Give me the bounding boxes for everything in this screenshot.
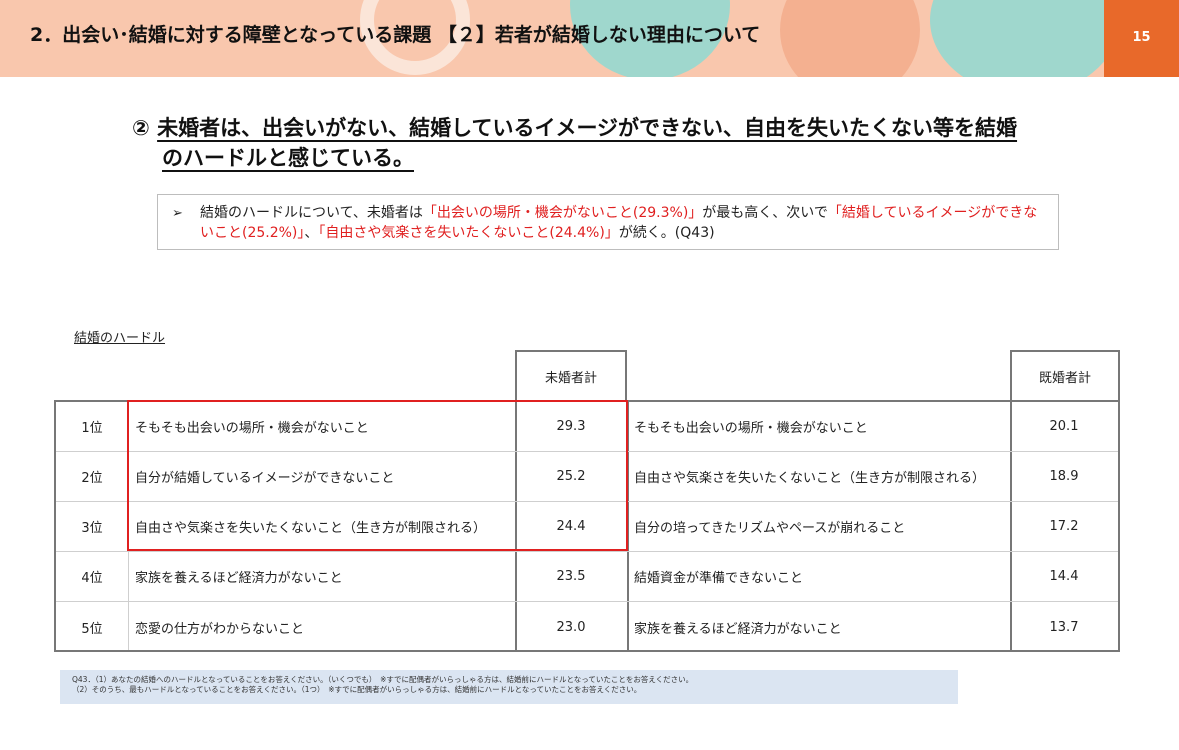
headline-line-2: のハードルと感じている。 bbox=[132, 143, 1052, 173]
value-unmarried-cell: 23.5 bbox=[556, 569, 586, 584]
reason-unmarried-cell: 自由さや気楽さを失いたくないこと（生き方が制限される） bbox=[135, 521, 487, 536]
headline-text-2: のハードルと感じている。 bbox=[162, 146, 414, 170]
value-married-cell: 20.1 bbox=[1049, 419, 1079, 434]
summary-box: ➢ 結婚のハードルについて、未婚者は「出会いの場所・機会がないこと(29.3%)… bbox=[157, 194, 1059, 250]
value-unmarried-cell: 29.3 bbox=[556, 419, 586, 434]
table-caption: 結婚のハードル bbox=[74, 331, 166, 346]
reason-married-cell: そもそも出会いの場所・機会がないこと bbox=[634, 421, 868, 436]
slide-header: 2．出会い･結婚に対する障壁となっている課題 【２】若者が結婚しない理由について… bbox=[0, 0, 1179, 77]
reason-unmarried-cell: 家族を養えるほど経済力がないこと bbox=[135, 571, 343, 586]
table-row: 1位 そもそも出会いの場所・機会がないこと 29.3 そもそも出会いの場所・機会… bbox=[56, 402, 1118, 452]
value-married-cell: 13.7 bbox=[1049, 619, 1079, 635]
table-row: 3位 自由さや気楽さを失いたくないこと（生き方が制限される） 24.4 自分の培… bbox=[56, 502, 1118, 552]
table-body: 1位 そもそも出会いの場所・機会がないこと 29.3 そもそも出会いの場所・機会… bbox=[54, 400, 1120, 652]
page-number: 15 bbox=[1104, 0, 1179, 77]
slide-title: 2．出会い･結婚に対する障壁となっている課題 【２】若者が結婚しない理由について bbox=[30, 24, 761, 46]
value-unmarried-cell: 25.2 bbox=[556, 469, 586, 484]
table-row: 2位 自分が結婚しているイメージができないこと 25.2 自由さや気楽さを失いた… bbox=[56, 452, 1118, 502]
headline-text-1: 未婚者は、出会いがない、結婚しているイメージができない、自由を失いたくない等を結… bbox=[157, 116, 1018, 140]
value-married-cell: 17.2 bbox=[1049, 519, 1079, 534]
headline: ② 未婚者は、出会いがない、結婚しているイメージができない、自由を失いたくない等… bbox=[132, 113, 1052, 173]
summary-segment: 、 bbox=[304, 225, 319, 241]
value-unmarried-cell: 24.4 bbox=[556, 519, 586, 534]
column-header-unmarried: 未婚者計 bbox=[515, 350, 627, 400]
summary-segment: が最も高く、次いで bbox=[702, 205, 828, 221]
reason-married-cell: 結婚資金が準備できないこと bbox=[634, 571, 804, 586]
headline-line-1: ② 未婚者は、出会いがない、結婚しているイメージができない、自由を失いたくない等… bbox=[132, 113, 1052, 143]
summary-text: 結婚のハードルについて、未婚者は「出会いの場所・機会がないこと(29.3%)」が… bbox=[200, 205, 1037, 241]
decor-blob bbox=[780, 0, 920, 77]
rank-cell: 2位 bbox=[81, 471, 103, 486]
reason-married-cell: 家族を養えるほど経済力がないこと bbox=[634, 621, 842, 637]
column-header-married: 既婚者計 bbox=[1010, 350, 1120, 400]
value-married-cell: 18.9 bbox=[1049, 469, 1079, 484]
value-unmarried-cell: 23.0 bbox=[556, 619, 586, 635]
footnote-line-2: （2）そのうち、最もハードルとなっていることをお答えください。（1つ） ※すでに… bbox=[72, 685, 642, 694]
summary-segment-emphasis: 「自由さや気楽さを失いたくないこと(24.4%)」 bbox=[318, 225, 619, 241]
table-row: 4位 家族を養えるほど経済力がないこと 23.5 結婚資金が準備できないこと 1… bbox=[56, 552, 1118, 602]
ranking-table: 未婚者計 既婚者計 1位 そもそも出会いの場所・機会がないこと 29.3 そもそ… bbox=[54, 350, 1120, 652]
reason-unmarried-cell: 恋愛の仕方がわからないこと bbox=[135, 621, 305, 637]
rank-cell: 5位 bbox=[81, 621, 103, 637]
summary-segment: 結婚のハードルについて、未婚者は bbox=[200, 205, 423, 221]
reason-married-cell: 自由さや気楽さを失いたくないこと（生き方が制限される） bbox=[634, 471, 986, 486]
rank-cell: 4位 bbox=[81, 571, 103, 586]
summary-segment-emphasis: 「出会いの場所・機会がないこと(29.3%)」 bbox=[422, 205, 703, 221]
decor-blob bbox=[930, 0, 1120, 77]
reason-unmarried-cell: 自分が結婚しているイメージができないこと bbox=[135, 471, 395, 486]
rank-cell: 1位 bbox=[81, 421, 103, 436]
arrow-bullet-icon: ➢ bbox=[172, 206, 183, 221]
question-footnote: Q43．（1）あなたの結婚へのハードルとなっていることをお答えください。（いくつ… bbox=[60, 670, 958, 704]
reason-unmarried-cell: そもそも出会いの場所・機会がないこと bbox=[135, 421, 369, 436]
summary-segment: が続く。(Q43) bbox=[618, 225, 715, 241]
footnote-line-1: Q43．（1）あなたの結婚へのハードルとなっていることをお答えください。（いくつ… bbox=[72, 675, 694, 684]
headline-marker: ② bbox=[132, 116, 150, 140]
value-married-cell: 14.4 bbox=[1049, 569, 1079, 584]
reason-married-cell: 自分の培ってきたリズムやペースが崩れること bbox=[634, 521, 906, 536]
rank-cell: 3位 bbox=[81, 521, 103, 536]
table-row: 5位 恋愛の仕方がわからないこと 23.0 家族を養えるほど経済力がないこと 1… bbox=[56, 602, 1118, 652]
